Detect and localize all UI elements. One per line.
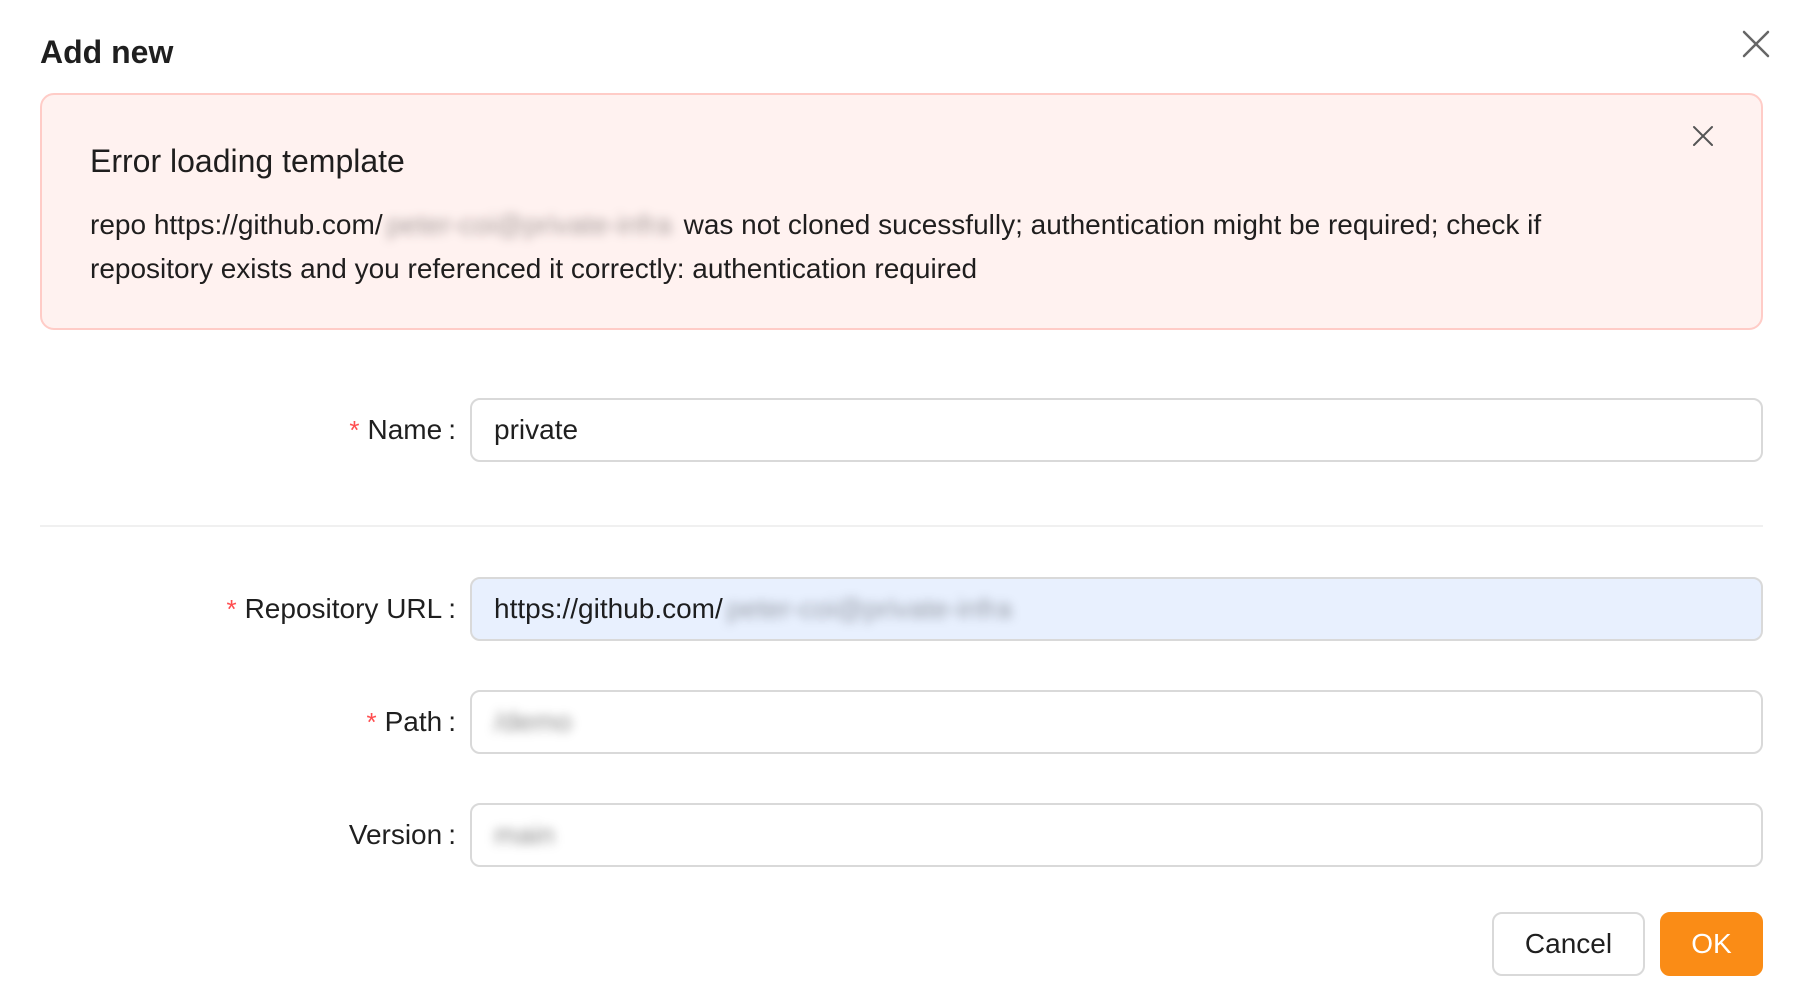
form-row-path: * Path : /demo xyxy=(0,690,1796,754)
add-new-dialog: Add new Error loading template repo http… xyxy=(0,0,1796,1004)
repo-url-label-text: Repository URL xyxy=(244,593,443,624)
label-colon: : xyxy=(448,706,456,737)
version-label-text: Version xyxy=(348,819,443,850)
label-colon: : xyxy=(448,414,456,445)
repo-url-value-prefix: https://github.com/ xyxy=(494,593,723,624)
name-label: * Name : xyxy=(349,398,456,462)
version-input[interactable]: main xyxy=(470,803,1763,867)
form-row-version: Version : main xyxy=(0,803,1796,867)
path-input[interactable]: /demo xyxy=(470,690,1763,754)
required-marker: * xyxy=(349,414,360,445)
required-marker: * xyxy=(366,706,377,737)
repo-url-value-redacted: peter-coi@private-infra xyxy=(726,593,1012,624)
alert-title: Error loading template xyxy=(90,143,405,179)
name-label-text: Name xyxy=(367,414,443,445)
close-icon[interactable] xyxy=(1738,26,1774,62)
form-row-repo-url: * Repository URL : https://github.com/ p… xyxy=(0,577,1796,641)
required-marker: * xyxy=(226,593,237,624)
repo-url-label: * Repository URL : xyxy=(226,577,456,641)
ok-button[interactable]: OK xyxy=(1660,912,1763,976)
version-input-value: main xyxy=(494,819,555,850)
form-divider xyxy=(40,525,1763,527)
error-alert: Error loading template repo https://gith… xyxy=(40,93,1763,330)
label-colon: : xyxy=(448,593,456,624)
name-input[interactable]: private xyxy=(470,398,1763,462)
form-row-name: * Name : private xyxy=(0,398,1796,462)
name-input-value: private xyxy=(494,414,579,445)
alert-close-icon[interactable] xyxy=(1690,123,1716,149)
path-label-text: Path xyxy=(384,706,443,737)
cancel-button[interactable]: Cancel xyxy=(1492,912,1645,976)
alert-desc-prefix: repo https://github.com/ xyxy=(90,209,383,240)
dialog-title: Add new xyxy=(40,34,174,70)
alert-desc-redacted: peter-coi@private-infra xyxy=(386,209,672,240)
alert-description: repo https://github.com/peter-coi@privat… xyxy=(90,203,1650,291)
path-input-value: /demo xyxy=(494,706,572,737)
path-label: * Path : xyxy=(366,690,456,754)
repo-url-input[interactable]: https://github.com/ peter-coi@private-in… xyxy=(470,577,1763,641)
label-colon: : xyxy=(448,819,456,850)
version-label: Version : xyxy=(349,803,456,867)
